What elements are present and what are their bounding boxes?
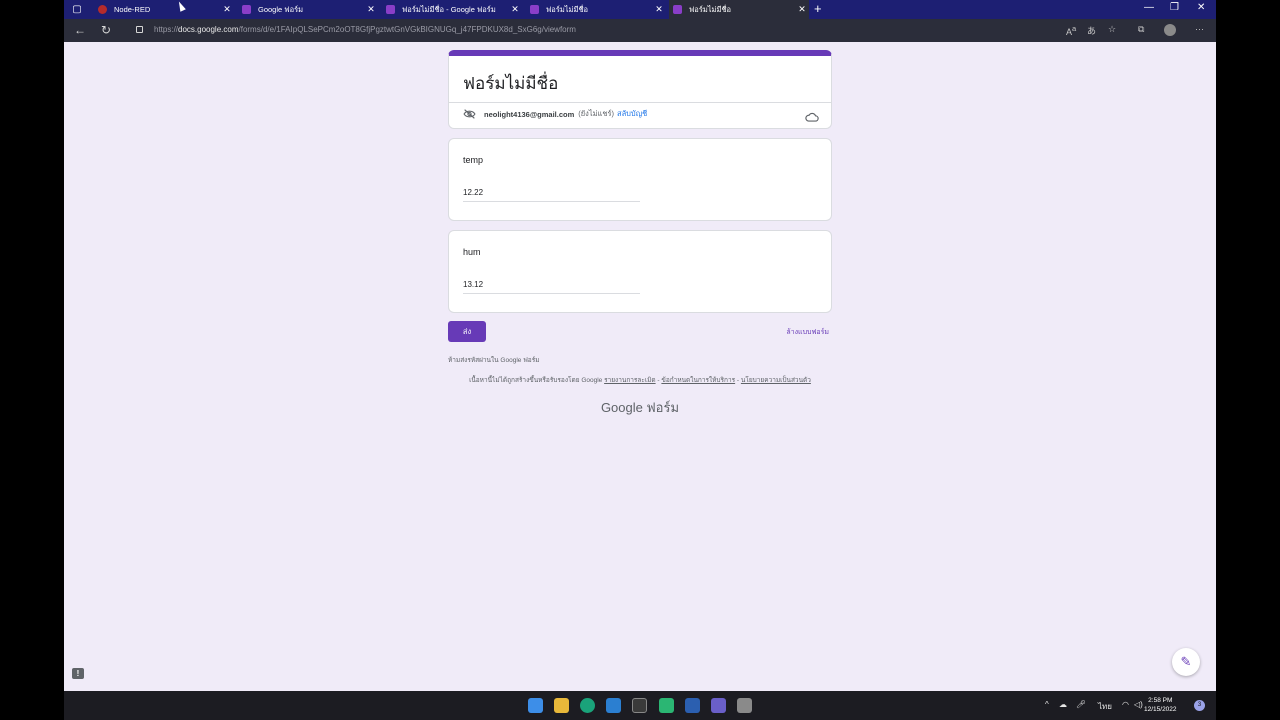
tab-title: ฟอร์มไม่มีชื่อ xyxy=(546,4,589,14)
form-title: ฟอร์มไม่มีชื่อ xyxy=(463,74,559,93)
tab-close-icon[interactable]: ✕ xyxy=(652,4,666,15)
tab-strip: ▢ Node-RED ✕ Google ฟอร์ม ✕ ฟอร์มไม่มีชื… xyxy=(64,0,1216,19)
terms-link[interactable]: ข้อกำหนดในการให้บริการ xyxy=(661,377,735,384)
file-explorer-icon[interactable] xyxy=(554,698,569,713)
url-scheme: https:// xyxy=(154,25,179,34)
privacy-link[interactable]: นโยบายความเป็นส่วนตัว xyxy=(741,377,811,384)
node-red-icon xyxy=(98,5,107,14)
restore-icon[interactable]: ❐ xyxy=(1170,2,1179,13)
cloud-icon xyxy=(805,112,819,122)
microphone-icon[interactable]: 🎤︎ xyxy=(1076,700,1086,709)
form-actions: ส่ง ล้างแบบฟอร์ม xyxy=(448,321,832,343)
switch-account-link[interactable]: สลับบัญชี xyxy=(617,108,647,120)
language-indicator[interactable]: ไทย xyxy=(1098,700,1112,713)
url-field[interactable]: https://docs.google.com/forms/d/e/1FAIpQ… xyxy=(154,25,576,34)
vscode-icon[interactable] xyxy=(606,698,621,713)
translate-icon[interactable]: あ xyxy=(1087,24,1096,37)
edge-browser-icon[interactable] xyxy=(580,698,595,713)
header-divider xyxy=(449,102,831,103)
tab-untitled-form-active[interactable]: ฟอร์มไม่มีชื่อ ✕ xyxy=(669,0,809,19)
screen: ▢ Node-RED ✕ Google ฟอร์ม ✕ ฟอร์มไม่มีชื… xyxy=(0,0,1280,720)
tab-title: Node-RED xyxy=(114,5,151,14)
browser-window: ▢ Node-RED ✕ Google ฟอร์ม ✕ ฟอร์มไม่มีชื… xyxy=(64,0,1216,691)
account-note: (ยังไม่แชร์) xyxy=(578,109,614,118)
google-forms-icon xyxy=(386,5,395,14)
question-card-temp: temp xyxy=(448,138,832,221)
terminal-icon[interactable] xyxy=(632,698,647,713)
google-forms-icon xyxy=(242,5,251,14)
refresh-icon[interactable]: ↻ xyxy=(101,23,111,37)
onedrive-cloud-icon[interactable]: ☁ xyxy=(1059,700,1067,709)
url-path: /forms/d/e/1FAIpQLSePCm2oOT8GfjPgztwtGnV… xyxy=(238,25,576,34)
more-menu-icon[interactable]: ··· xyxy=(1195,24,1204,34)
submit-button[interactable]: ส่ง xyxy=(448,321,486,342)
account-row: neolight4136@gmail.com (ยังไม่แชร์) สลับ… xyxy=(463,108,647,120)
app-icon[interactable] xyxy=(659,698,674,713)
clock-date: 12/15/2022 xyxy=(1144,706,1177,713)
google-forms-logo[interactable]: Google ฟอร์ม xyxy=(448,397,832,418)
no-password-note: ห้ามส่งรหัสผ่านใน Google ฟอร์ม xyxy=(448,357,540,364)
question-card-hum: hum xyxy=(448,230,832,313)
temp-input[interactable] xyxy=(463,188,640,202)
word-icon[interactable] xyxy=(685,698,700,713)
minimize-icon[interactable]: — xyxy=(1144,2,1154,13)
favorite-star-icon[interactable]: ☆ xyxy=(1108,24,1116,35)
report-abuse-link[interactable]: รายงานการละเมิด xyxy=(604,377,656,384)
disclaimer: เนื้อหานี้ไม่ได้ถูกสร้างขึ้นหรือรับรองโด… xyxy=(469,377,811,384)
app-icon[interactable] xyxy=(737,698,752,713)
tab-google-forms[interactable]: Google ฟอร์ม ✕ xyxy=(238,0,378,19)
clock-time: 2:58 PM xyxy=(1148,697,1173,704)
tab-close-icon[interactable]: ✕ xyxy=(795,4,809,15)
read-aloud-icon[interactable]: Aa xyxy=(1066,24,1076,37)
clear-form-button[interactable]: ล้างแบบฟอร์ม xyxy=(786,327,829,338)
back-icon[interactable]: ← xyxy=(74,23,86,37)
profile-avatar[interactable] xyxy=(1164,24,1176,36)
account-email: neolight4136@gmail.com xyxy=(484,109,575,119)
tab-close-icon[interactable]: ✕ xyxy=(508,4,522,15)
collections-icon[interactable]: ⧉ xyxy=(1138,24,1144,35)
form-container: ฟอร์มไม่มีชื่อ neolight4136@gmail.com (ย… xyxy=(448,50,832,418)
report-problem-icon[interactable]: ! xyxy=(72,668,84,679)
lock-icon[interactable] xyxy=(136,26,143,33)
notification-badge[interactable]: 3 xyxy=(1194,700,1205,711)
tab-title: Google ฟอร์ม xyxy=(258,4,304,14)
volume-icon[interactable]: ◁) xyxy=(1134,700,1143,709)
hum-input[interactable] xyxy=(463,280,640,294)
system-clock[interactable]: 2:58 PM 12/15/2022 xyxy=(1144,696,1177,714)
google-forms-icon xyxy=(530,5,539,14)
form-header-card: ฟอร์มไม่มีชื่อ neolight4136@gmail.com (ย… xyxy=(448,50,832,129)
eye-off-icon xyxy=(463,109,476,119)
question-label: hum xyxy=(463,247,481,257)
tab-node-red[interactable]: Node-RED ✕ xyxy=(94,0,234,19)
tab-close-icon[interactable]: ✕ xyxy=(220,4,234,15)
tab-actions-icon[interactable]: ▢ xyxy=(70,3,84,16)
teams-icon[interactable] xyxy=(711,698,726,713)
google-forms-icon xyxy=(673,5,682,14)
url-host: docs.google.com xyxy=(178,25,239,34)
tab-close-icon[interactable]: ✕ xyxy=(364,4,378,15)
tab-title: ฟอร์มไม่มีชื่อ - Google ฟอร์ม xyxy=(402,4,496,14)
new-tab-icon[interactable]: + xyxy=(814,1,822,16)
wifi-icon[interactable]: ◠ xyxy=(1122,700,1129,709)
start-menu-icon[interactable] xyxy=(528,698,543,713)
taskbar: ^ ☁ 🎤︎ ไทย ◠ ◁) 2:58 PM 12/15/2022 3 xyxy=(64,691,1216,720)
tab-form-editor[interactable]: ฟอร์มไม่มีชื่อ - Google ฟอร์ม ✕ xyxy=(382,0,522,19)
question-label: temp xyxy=(463,155,484,165)
tab-title: ฟอร์มไม่มีชื่อ xyxy=(689,4,732,14)
tab-untitled-form[interactable]: ฟอร์มไม่มีชื่อ ✕ xyxy=(526,0,666,19)
window-close-icon[interactable]: ✕ xyxy=(1197,2,1205,13)
disclaimer-text: เนื้อหานี้ไม่ได้ถูกสร้างขึ้นหรือรับรองโด… xyxy=(469,377,603,384)
chevron-up-icon[interactable]: ^ xyxy=(1045,700,1049,709)
address-bar: ← ↻ https://docs.google.com/forms/d/e/1F… xyxy=(64,19,1216,42)
edit-pencil-icon[interactable]: ✎ xyxy=(1172,648,1200,676)
